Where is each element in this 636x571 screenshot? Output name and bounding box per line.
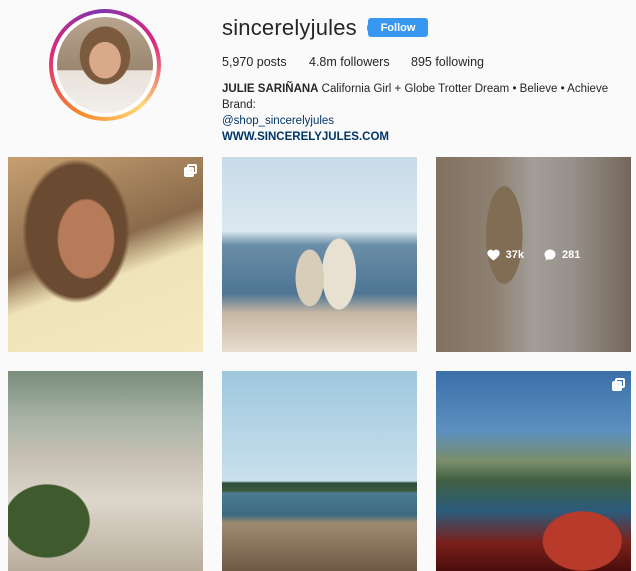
heart-icon <box>486 249 500 261</box>
post-tile[interactable] <box>436 371 631 571</box>
following-count[interactable]: 895 following <box>411 55 484 69</box>
post-hover-overlay: 37k 281 <box>436 157 631 352</box>
post-tile[interactable] <box>8 157 203 352</box>
follow-button[interactable]: Follow <box>368 18 428 37</box>
profile-bio: JULIE SARIÑANA California Girl + Globe T… <box>222 81 632 145</box>
post-tile[interactable]: 37k 281 <box>436 157 631 352</box>
profile-avatar[interactable] <box>49 9 161 121</box>
avatar <box>57 17 153 113</box>
followers-count[interactable]: 4.8m followers <box>309 55 390 69</box>
username: sincerelyjules <box>222 15 357 40</box>
comment-icon <box>544 249 556 261</box>
bio-handle-link[interactable]: @shop_sincerelyjules <box>222 115 334 127</box>
post-tile[interactable] <box>222 157 417 352</box>
comments-stat: 281 <box>544 249 580 261</box>
multiple-photos-icon <box>184 164 197 177</box>
bio-line: JULIE SARIÑANA California Girl + Globe T… <box>222 81 632 113</box>
bio-name: JULIE SARIÑANA <box>222 83 319 95</box>
posts-count: 5,970 posts <box>222 55 287 69</box>
website-link[interactable]: WWW.SINCERELYJULES.COM <box>222 131 389 143</box>
likes-count: 37k <box>505 248 524 261</box>
comments-count: 281 <box>562 248 581 261</box>
post-tile[interactable] <box>222 371 417 571</box>
avatar-border <box>53 13 157 117</box>
likes-stat: 37k <box>486 248 524 261</box>
post-tile[interactable] <box>8 371 203 571</box>
multiple-photos-icon <box>612 378 625 391</box>
